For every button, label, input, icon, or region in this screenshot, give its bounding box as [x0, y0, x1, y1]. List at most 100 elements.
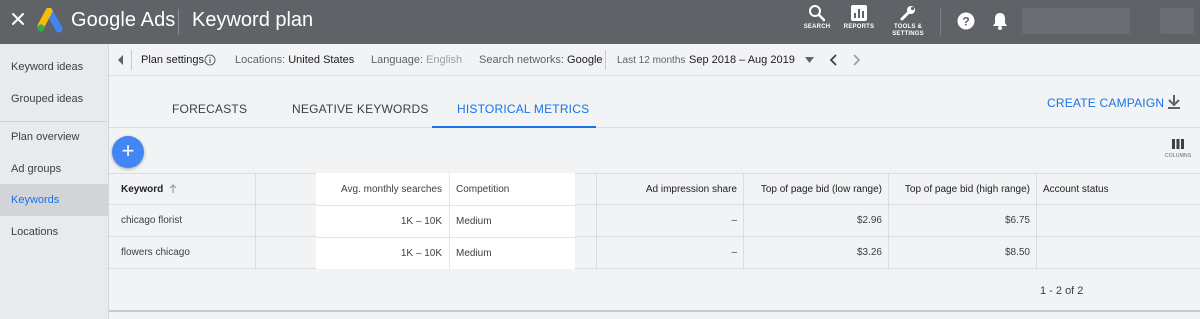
header-ad-impression-share[interactable]: Ad impression share: [597, 174, 737, 204]
settings-divider: [605, 50, 606, 70]
keyword-text[interactable]: chicago florist: [121, 215, 182, 226]
locations-label: Locations:: [235, 54, 286, 66]
download-icon[interactable]: [1167, 94, 1181, 110]
table-header-row: Keyword Ad impression share Top of page …: [109, 173, 1200, 205]
tabs-divider: [109, 127, 1200, 128]
networks-setting[interactable]: Search networks: Google: [479, 54, 603, 66]
row-divider: [316, 237, 575, 238]
pagination-summary: 1 - 2 of 2: [1040, 285, 1084, 297]
date-range-selector[interactable]: Sep 2018 – Aug 2019: [689, 54, 795, 66]
networks-value: Google: [567, 54, 603, 66]
collapse-arrow-icon[interactable]: [117, 55, 125, 65]
sort-arrow-icon: [169, 184, 177, 193]
tab-historical-metrics[interactable]: HISTORICAL METRICS: [457, 102, 589, 116]
avg-searches-cell: 1K – 10K: [400, 215, 442, 227]
toolbar-separator: [940, 8, 941, 36]
plan-settings-label[interactable]: Plan settings: [141, 54, 204, 66]
header-keyword[interactable]: Keyword: [121, 174, 177, 204]
page-title: Keyword plan: [192, 9, 314, 31]
tools-label: TOOLS & SETTINGS: [886, 24, 930, 38]
networks-label: Search networks:: [479, 54, 564, 66]
dropdown-arrow-icon[interactable]: [805, 57, 814, 63]
redacted-avatar: [1160, 8, 1194, 34]
tools-settings-button[interactable]: TOOLS & SETTINGS: [886, 4, 930, 38]
nav-item-plan-overview[interactable]: Plan overview: [0, 121, 108, 153]
column-divider: [255, 237, 256, 268]
column-divider: [255, 205, 256, 236]
info-icon[interactable]: [204, 54, 216, 66]
next-period-icon[interactable]: [851, 54, 861, 66]
wrench-icon: [900, 6, 915, 21]
column-divider: [1036, 174, 1037, 204]
search-icon: [809, 5, 826, 22]
columns-label: COLUMNS: [1165, 153, 1192, 159]
language-value: English: [426, 54, 463, 66]
nav-item-ad-groups[interactable]: Ad groups: [0, 153, 108, 185]
google-ads-logo: [37, 8, 63, 33]
tools-label-line1: TOOLS &: [894, 24, 922, 30]
previous-period-icon[interactable]: [829, 54, 839, 66]
svg-text:?: ?: [962, 15, 969, 29]
columns-icon: [1172, 139, 1185, 149]
plan-settings-bar: Plan settings Locations: United States L…: [109, 44, 1200, 76]
column-divider: [1036, 205, 1037, 236]
tab-forecasts[interactable]: FORECASTS: [172, 102, 247, 116]
impression-share-cell: –: [731, 215, 737, 226]
header-bid-high[interactable]: Top of page bid (high range): [889, 174, 1030, 204]
language-setting[interactable]: Language: English: [371, 54, 462, 66]
header-bid-low[interactable]: Top of page bid (low range): [744, 174, 882, 204]
settings-divider: [131, 50, 132, 70]
language-label: Language:: [371, 54, 423, 66]
title-divider: [178, 9, 179, 35]
create-campaign-button[interactable]: CREATE CAMPAIGN: [1047, 96, 1164, 110]
competition-cell: Medium: [456, 247, 492, 259]
bid-high-cell: $6.75: [1004, 215, 1030, 226]
header-competition[interactable]: Competition: [456, 173, 509, 205]
help-icon[interactable]: ?: [957, 12, 975, 30]
top-app-bar: Google Ads Keyword plan SEARCH REPORTS T…: [0, 0, 1200, 44]
period-label: Last 12 months: [617, 55, 686, 66]
close-icon[interactable]: [9, 10, 27, 28]
header-keyword-label: Keyword: [121, 183, 164, 195]
table-row: flowers chicago – $3.26 $8.50: [109, 237, 1200, 269]
nav-item-keywords[interactable]: Keywords: [0, 184, 108, 216]
table-row: chicago florist – $2.96 $6.75: [109, 205, 1200, 237]
brand-name: Google Ads: [71, 9, 176, 31]
redacted-account-info: [1022, 8, 1130, 34]
tools-label-line2: SETTINGS: [892, 31, 924, 37]
locations-value: United States: [288, 54, 355, 66]
reports-button[interactable]: REPORTS: [842, 4, 876, 31]
reports-label: REPORTS: [843, 24, 875, 30]
nav-item-grouped-ideas[interactable]: Grouped ideas: [0, 83, 108, 115]
avg-searches-cell: 1K – 10K: [400, 247, 442, 259]
keyword-cell[interactable]: chicago florist: [121, 205, 182, 236]
keyword-text[interactable]: flowers chicago: [121, 247, 190, 258]
locations-setting[interactable]: Locations: United States: [235, 54, 354, 66]
bid-low-cell: $3.26: [856, 247, 882, 258]
search-label: SEARCH: [803, 24, 831, 30]
keyword-cell[interactable]: flowers chicago: [121, 237, 190, 268]
impression-share-cell: –: [731, 247, 737, 258]
active-tab-indicator: [432, 126, 596, 128]
column-divider: [1036, 237, 1037, 268]
left-navigation: Keyword ideas Grouped ideas Plan overvie…: [0, 44, 109, 319]
columns-button[interactable]: COLUMNS: [1165, 138, 1191, 159]
tab-negative-keywords[interactable]: NEGATIVE KEYWORDS: [292, 102, 429, 116]
row-divider: [316, 205, 575, 206]
header-avg-monthly-searches[interactable]: Avg. monthly searches: [316, 173, 442, 205]
nav-item-keyword-ideas[interactable]: Keyword ideas: [0, 51, 108, 83]
bid-high-cell: $8.50: [1004, 247, 1030, 258]
competition-cell: Medium: [456, 215, 492, 227]
bid-low-cell: $2.96: [856, 215, 882, 226]
highlighted-metrics-block: Avg. monthly searches Competition 1K – 1…: [316, 173, 575, 269]
bottom-divider: [109, 310, 1200, 312]
plus-icon: +: [121, 138, 135, 163]
add-keyword-button[interactable]: +: [112, 136, 144, 168]
header-account-status[interactable]: Account status: [1043, 174, 1109, 204]
nav-item-locations[interactable]: Locations: [0, 216, 108, 248]
notifications-bell-icon[interactable]: [991, 11, 1009, 31]
column-divider: [255, 174, 256, 204]
search-button[interactable]: SEARCH: [800, 4, 834, 31]
reports-icon: [851, 5, 867, 21]
column-divider: [449, 173, 450, 269]
